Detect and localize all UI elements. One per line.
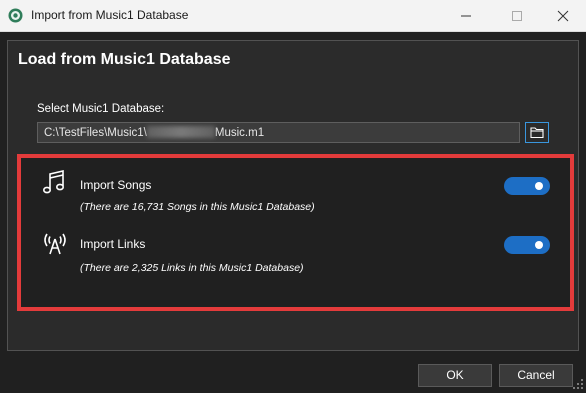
antenna-icon xyxy=(44,233,66,255)
ok-button[interactable]: OK xyxy=(418,364,492,387)
window-title: Import from Music1 Database xyxy=(31,8,189,22)
cancel-button[interactable]: Cancel xyxy=(499,364,573,387)
database-path-field[interactable]: C:\TestFiles\Music1\ Music.m1 xyxy=(37,122,520,143)
toggle-knob xyxy=(535,241,543,249)
close-icon xyxy=(557,10,569,22)
import-songs-label: Import Songs xyxy=(80,178,152,192)
minimize-button[interactable] xyxy=(443,0,489,31)
redacted-path-segment xyxy=(146,126,215,138)
path-prefix: C:\TestFiles\Music1\ xyxy=(44,127,147,139)
import-songs-toggle[interactable] xyxy=(504,177,550,195)
maximize-icon xyxy=(512,11,522,21)
toggle-knob xyxy=(535,182,543,190)
page-title: Load from Music1 Database xyxy=(18,51,231,68)
title-bar: Import from Music1 Database xyxy=(0,0,586,32)
songs-count-text: (There are 16,731 Songs in this Music1 D… xyxy=(80,201,315,213)
dialog-content: Load from Music1 Database Select Music1 … xyxy=(7,40,579,351)
minimize-icon xyxy=(461,15,471,17)
resize-grip-icon[interactable] xyxy=(572,378,584,390)
import-options-panel: Import Songs (There are 16,731 Songs in … xyxy=(17,154,574,311)
import-links-toggle[interactable] xyxy=(504,236,550,254)
path-suffix: Music.m1 xyxy=(214,127,265,139)
folder-icon xyxy=(530,127,544,139)
close-button[interactable] xyxy=(540,0,586,31)
maximize-button[interactable] xyxy=(494,0,540,31)
database-label: Select Music1 Database: xyxy=(37,103,165,115)
import-links-label: Import Links xyxy=(80,237,146,251)
links-count-text: (There are 2,325 Links in this Music1 Da… xyxy=(80,262,304,274)
browse-button[interactable] xyxy=(525,122,549,143)
music-note-icon xyxy=(42,170,65,194)
music1-app-icon xyxy=(8,8,23,23)
